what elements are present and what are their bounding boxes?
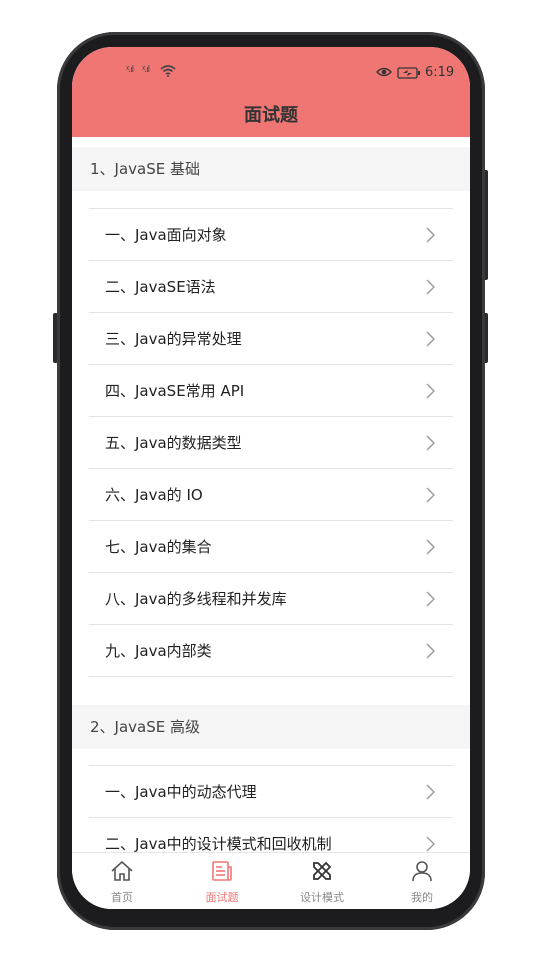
list-item[interactable]: 五、Java的数据类型 [89, 417, 453, 469]
status-time: 6:19 [425, 65, 455, 80]
page-title: 面试题 [244, 105, 298, 126]
signal-icon: ᵡ.ıl [142, 65, 150, 75]
list-item-label: 三、Java的异常处理 [105, 330, 242, 348]
chevron-right-icon [426, 331, 435, 347]
list-item[interactable]: 二、Java中的设计模式和回收机制 [89, 818, 453, 852]
battery-icon [397, 67, 420, 79]
chevron-right-icon [426, 836, 435, 852]
list-item[interactable]: 八、Java的多线程和并发库 [89, 573, 453, 625]
document-icon [212, 861, 232, 881]
chevron-right-icon [426, 383, 435, 399]
user-icon [412, 861, 432, 882]
chevron-right-icon [426, 487, 435, 503]
list-item-label: 二、JavaSE语法 [105, 278, 216, 296]
tab-mine[interactable]: 我的 [372, 853, 470, 909]
tab-label: 面试题 [205, 891, 239, 904]
list-item[interactable]: 六、Java的 IO [89, 469, 453, 521]
chevron-right-icon [426, 591, 435, 607]
bottom-tab-bar: 首页 面试题 设计模式 我的 [72, 852, 470, 909]
app-header: ᵡ.ıl ᵡ.ıl 6:19 面试题 [72, 47, 470, 137]
pencil-ruler-icon [313, 861, 332, 880]
list-item[interactable]: 四、JavaSE常用 API [89, 365, 453, 417]
chevron-right-icon [426, 643, 435, 659]
list-item-label: 一、Java中的动态代理 [105, 783, 257, 801]
question-list[interactable]: 1、JavaSE 基础 一、Java面向对象 二、JavaSE语法 三、Java… [72, 137, 470, 852]
list-item-label: 七、Java的集合 [105, 538, 212, 556]
home-icon [111, 860, 133, 881]
tab-design-patterns[interactable]: 设计模式 [272, 853, 372, 909]
list-item[interactable]: 二、JavaSE语法 [89, 261, 453, 313]
list-item[interactable]: 九、Java内部类 [89, 625, 453, 677]
screen: ᵡ.ıl ᵡ.ıl 6:19 面试题 1、JavaSE 基础 一、Java面向对… [72, 47, 470, 909]
signal-icon: ᵡ.ıl [126, 65, 134, 75]
list-item-label: 二、Java中的设计模式和回收机制 [105, 835, 332, 852]
list-item[interactable]: 一、Java中的动态代理 [89, 766, 453, 818]
chevron-right-icon [426, 435, 435, 451]
section-header: 2、JavaSE 高级 [72, 705, 470, 749]
list-item[interactable]: 七、Java的集合 [89, 521, 453, 573]
chevron-right-icon [426, 784, 435, 800]
list-item-label: 一、Java面向对象 [105, 226, 227, 244]
chevron-right-icon [426, 227, 435, 243]
list-item-label: 四、JavaSE常用 API [105, 382, 245, 400]
tab-label: 我的 [411, 891, 433, 904]
tab-label: 设计模式 [300, 891, 344, 904]
tab-label: 首页 [111, 891, 133, 904]
list-item-label: 八、Java的多线程和并发库 [105, 590, 287, 608]
list-item[interactable]: 三、Java的异常处理 [89, 313, 453, 365]
wifi-icon [160, 65, 176, 77]
chevron-right-icon [426, 539, 435, 555]
list-item-label: 六、Java的 IO [105, 486, 203, 504]
section-header: 1、JavaSE 基础 [72, 147, 470, 191]
tab-interview[interactable]: 面试题 [172, 853, 272, 909]
eye-icon [376, 67, 392, 77]
list-item-label: 九、Java内部类 [105, 642, 212, 660]
tab-home[interactable]: 首页 [72, 853, 172, 909]
list-item[interactable]: 一、Java面向对象 [89, 209, 453, 261]
chevron-right-icon [426, 279, 435, 295]
status-bar: ᵡ.ıl ᵡ.ıl 6:19 [72, 61, 470, 85]
list-item-label: 五、Java的数据类型 [105, 434, 242, 452]
